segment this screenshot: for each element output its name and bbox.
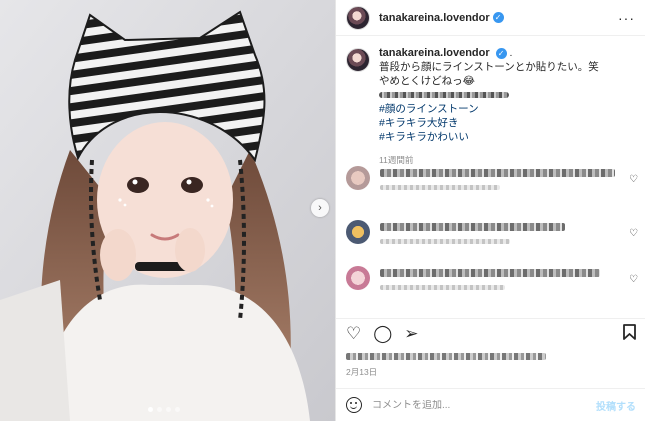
carousel-dot xyxy=(148,407,153,412)
comment-bubble-icon[interactable]: ◯ xyxy=(373,325,392,342)
caption-obscured-line xyxy=(379,89,509,101)
caption-time-ago: 11週間前 xyxy=(379,155,414,165)
caption-body: tanakareina.lovendor ✓ . 普段から顔にラインストーンとか… xyxy=(379,46,629,167)
comment-avatar[interactable] xyxy=(346,220,370,244)
verified-badge-icon: ✓ xyxy=(495,48,507,59)
instagram-post-window: › tanakareina.lovendor ✓ ··· tanakareina… xyxy=(0,0,645,421)
post-comment-button[interactable]: 投稿する xyxy=(596,398,636,413)
comment-like-icon[interactable]: ♡ xyxy=(629,174,638,185)
comment-obscured-text xyxy=(380,266,620,290)
heart-icon[interactable]: ♡ xyxy=(346,325,361,342)
comment-item: ♡ xyxy=(336,220,645,244)
hashtag-link[interactable]: #キラキラ大好き xyxy=(379,116,629,130)
username-link[interactable]: tanakareina.lovendor xyxy=(379,12,490,24)
carousel-dot xyxy=(166,407,171,412)
caption-username[interactable]: tanakareina.lovendor xyxy=(379,47,490,59)
caption-line-2: やめとくけどねっ😂 xyxy=(379,75,475,87)
chevron-right-icon: › xyxy=(318,202,322,214)
post-header: tanakareina.lovendor ✓ ··· xyxy=(336,0,645,36)
smiley-icon[interactable] xyxy=(346,397,362,413)
comment-like-icon[interactable]: ♡ xyxy=(629,228,638,239)
more-horizontal-icon[interactable]: ··· xyxy=(618,10,635,26)
comment-avatar[interactable] xyxy=(346,266,370,290)
carousel-next-button[interactable]: › xyxy=(311,199,329,217)
post-photo-image xyxy=(0,0,335,421)
verified-badge-icon: ✓ xyxy=(492,12,504,23)
comment-input[interactable] xyxy=(372,399,582,411)
caption-avatar[interactable] xyxy=(346,48,370,72)
paper-plane-icon[interactable]: ➢ xyxy=(404,325,418,342)
bookmark-icon[interactable] xyxy=(623,324,636,343)
post-photo[interactable]: › xyxy=(0,0,335,421)
comment-obscured-text xyxy=(380,166,620,190)
post-actions-bar: ♡ ◯ ➢ xyxy=(336,318,645,348)
post-date: 2月13日 xyxy=(346,367,378,377)
carousel-dot xyxy=(157,407,162,412)
comment-obscured-text xyxy=(380,220,620,244)
likes-summary-obscured[interactable] xyxy=(346,353,546,360)
carousel-indicator xyxy=(148,407,180,412)
comment-like-icon[interactable]: ♡ xyxy=(629,274,638,285)
caption-line-1: 普段から顔にラインストーンとか貼りたい。笑 xyxy=(379,61,599,73)
caption: tanakareina.lovendor ✓ . 普段から顔にラインストーンとか… xyxy=(336,36,645,167)
comment-item: ♡ xyxy=(336,166,645,190)
hashtag-link[interactable]: #顔のラインストーン xyxy=(379,102,629,116)
hashtag-link[interactable]: #キラキラかわいい xyxy=(379,130,629,144)
caption-separator: . xyxy=(509,47,513,59)
comment-item: ♡ xyxy=(336,266,645,290)
add-comment-bar: 投稿する xyxy=(336,388,645,421)
comment-avatar[interactable] xyxy=(346,166,370,190)
post-side-panel: tanakareina.lovendor ✓ ··· tanakareina.l… xyxy=(335,0,645,421)
carousel-dot xyxy=(175,407,180,412)
avatar[interactable] xyxy=(346,5,370,30)
